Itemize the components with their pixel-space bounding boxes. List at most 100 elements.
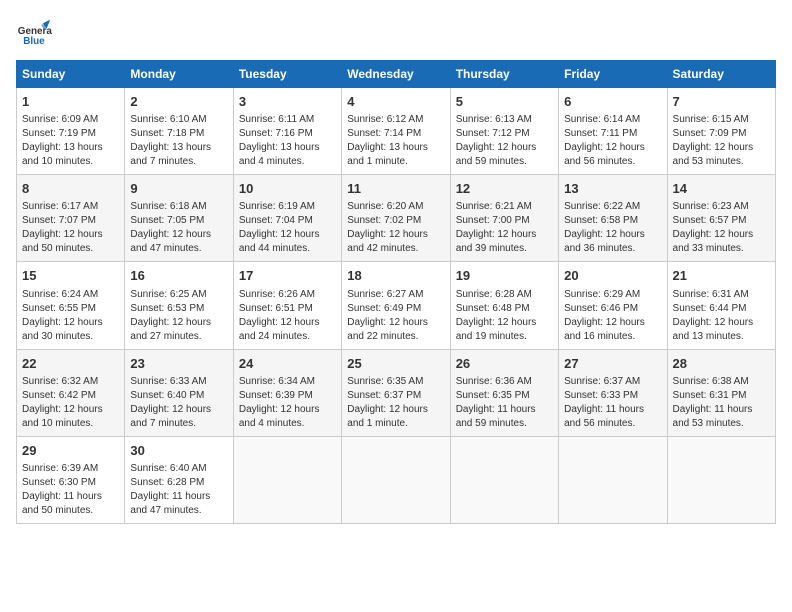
day-number: 2 [130, 93, 227, 111]
day-info: Daylight: 12 hours [456, 316, 553, 330]
day-info: and 50 minutes. [22, 242, 119, 256]
calendar-cell: 20Sunrise: 6:29 AMSunset: 6:46 PMDayligh… [559, 262, 667, 349]
day-info: Sunrise: 6:18 AM [130, 200, 227, 214]
calendar-cell: 24Sunrise: 6:34 AMSunset: 6:39 PMDayligh… [233, 349, 341, 436]
logo: General Blue [16, 16, 52, 52]
day-info: Daylight: 13 hours [239, 141, 336, 155]
day-number: 7 [673, 93, 770, 111]
calendar-cell: 28Sunrise: 6:38 AMSunset: 6:31 PMDayligh… [667, 349, 775, 436]
day-info: and 33 minutes. [673, 242, 770, 256]
calendar-week-4: 22Sunrise: 6:32 AMSunset: 6:42 PMDayligh… [17, 349, 776, 436]
day-info: Sunrise: 6:17 AM [22, 200, 119, 214]
day-info: Sunset: 7:05 PM [130, 214, 227, 228]
day-header-saturday: Saturday [667, 61, 775, 88]
day-info: Sunrise: 6:34 AM [239, 375, 336, 389]
day-info: and 24 minutes. [239, 330, 336, 344]
day-header-monday: Monday [125, 61, 233, 88]
calendar-cell: 17Sunrise: 6:26 AMSunset: 6:51 PMDayligh… [233, 262, 341, 349]
calendar-cell: 4Sunrise: 6:12 AMSunset: 7:14 PMDaylight… [342, 88, 450, 175]
day-info: Sunset: 7:02 PM [347, 214, 444, 228]
day-info: Sunset: 7:12 PM [456, 127, 553, 141]
day-info: and 53 minutes. [673, 155, 770, 169]
calendar-week-3: 15 Sunrise: 6:24 AMSunset: 6:55 PM Dayligh… [17, 262, 776, 349]
day-info: and 7 minutes. [130, 155, 227, 169]
calendar-cell [450, 436, 558, 523]
day-info: Sunrise: 6:35 AM [347, 375, 444, 389]
calendar-cell: 13Sunrise: 6:22 AMSunset: 6:58 PMDayligh… [559, 175, 667, 262]
calendar-cell: 7Sunrise: 6:15 AMSunset: 7:09 PMDaylight… [667, 88, 775, 175]
day-number: 5 [456, 93, 553, 111]
day-info: and 56 minutes. [564, 155, 661, 169]
calendar-cell: 3Sunrise: 6:11 AMSunset: 7:16 PMDaylight… [233, 88, 341, 175]
day-info: Daylight: 12 hours [22, 228, 119, 242]
calendar-cell: 19Sunrise: 6:28 AMSunset: 6:48 PMDayligh… [450, 262, 558, 349]
day-info: Sunset: 6:42 PM [22, 389, 119, 403]
day-info: Daylight: 12 hours [130, 228, 227, 242]
calendar-cell: 30Sunrise: 6:40 AMSunset: 6:28 PMDayligh… [125, 436, 233, 523]
day-info: Daylight: 12 hours [673, 316, 770, 330]
day-info: Sunrise: 6:12 AM [347, 113, 444, 127]
calendar-week-1: 1Sunrise: 6:09 AMSunset: 7:19 PMDaylight… [17, 88, 776, 175]
day-info: Daylight: 11 hours [564, 403, 661, 417]
calendar-cell: 11Sunrise: 6:20 AMSunset: 7:02 PMDayligh… [342, 175, 450, 262]
day-number: 8 [22, 180, 119, 198]
day-info: and 10 minutes. [22, 417, 119, 431]
day-info: Daylight: 12 hours [347, 228, 444, 242]
day-info: Sunrise: 6:09 AM [22, 113, 119, 127]
day-number: 6 [564, 93, 661, 111]
day-info: Daylight: 12 hours [673, 228, 770, 242]
day-info: and 16 minutes. [564, 330, 661, 344]
day-info: Sunrise: 6:24 AM [22, 288, 119, 302]
day-info: and 59 minutes. [456, 417, 553, 431]
day-info: Sunset: 6:40 PM [130, 389, 227, 403]
day-info: Sunset: 7:09 PM [673, 127, 770, 141]
day-number: 26 [456, 355, 553, 373]
day-info: Daylight: 11 hours [673, 403, 770, 417]
day-info: and 1 minute. [347, 155, 444, 169]
calendar-cell: 18Sunrise: 6:27 AMSunset: 6:49 PMDayligh… [342, 262, 450, 349]
day-info: and 10 minutes. [22, 155, 119, 169]
day-info: Sunset: 7:07 PM [22, 214, 119, 228]
day-info: Sunset: 7:14 PM [347, 127, 444, 141]
calendar-week-2: 8Sunrise: 6:17 AMSunset: 7:07 PMDaylight… [17, 175, 776, 262]
day-info: Sunset: 7:18 PM [130, 127, 227, 141]
calendar-cell: 25Sunrise: 6:35 AMSunset: 6:37 PMDayligh… [342, 349, 450, 436]
day-number: 27 [564, 355, 661, 373]
day-info: Sunrise: 6:31 AM [673, 288, 770, 302]
calendar-table: SundayMondayTuesdayWednesdayThursdayFrid… [16, 60, 776, 524]
day-number: 25 [347, 355, 444, 373]
day-info: and 53 minutes. [673, 417, 770, 431]
day-info: Daylight: 12 hours [564, 228, 661, 242]
day-info: and 19 minutes. [456, 330, 553, 344]
day-info: Sunset: 6:55 PM [22, 302, 119, 316]
calendar-cell: 29Sunrise: 6:39 AMSunset: 6:30 PMDayligh… [17, 436, 125, 523]
day-info: and 47 minutes. [130, 242, 227, 256]
day-info: Sunset: 7:11 PM [564, 127, 661, 141]
calendar-cell: 15Sunrise: 6:24 AMSunset: 6:55 PMDayligh… [17, 262, 125, 349]
day-info: Sunrise: 6:14 AM [564, 113, 661, 127]
day-number: 24 [239, 355, 336, 373]
day-info: Sunset: 6:57 PM [673, 214, 770, 228]
svg-text:Blue: Blue [23, 36, 45, 47]
day-number: 14 [673, 180, 770, 198]
day-header-tuesday: Tuesday [233, 61, 341, 88]
day-info: and 59 minutes. [456, 155, 553, 169]
day-info: and 7 minutes. [130, 417, 227, 431]
day-number: 18 [347, 267, 444, 285]
day-info: Daylight: 12 hours [130, 403, 227, 417]
day-info: Sunrise: 6:32 AM [22, 375, 119, 389]
day-info: Sunrise: 6:38 AM [673, 375, 770, 389]
day-info: Sunset: 7:19 PM [22, 127, 119, 141]
day-info: Sunrise: 6:40 AM [130, 462, 227, 476]
day-info: Sunrise: 6:22 AM [564, 200, 661, 214]
day-info: and 47 minutes. [130, 504, 227, 518]
day-number: 19 [456, 267, 553, 285]
day-info: Sunrise: 6:28 AM [456, 288, 553, 302]
day-info: Sunrise: 6:21 AM [456, 200, 553, 214]
day-info: Daylight: 12 hours [347, 316, 444, 330]
day-number: 15 [22, 267, 119, 285]
day-number: 13 [564, 180, 661, 198]
day-number: 16 [130, 267, 227, 285]
calendar-cell [342, 436, 450, 523]
day-info: Sunset: 7:04 PM [239, 214, 336, 228]
